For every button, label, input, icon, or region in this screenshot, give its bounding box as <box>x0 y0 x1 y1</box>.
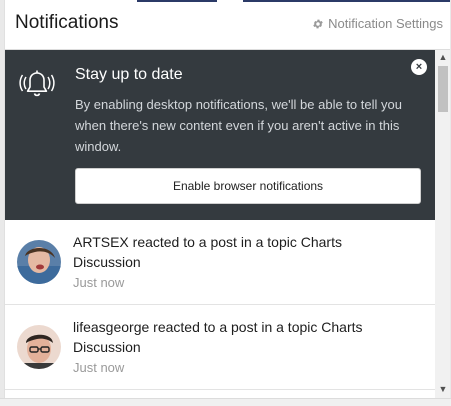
user-photo <box>17 325 61 369</box>
scroll-up-arrow[interactable]: ▲ <box>435 50 450 64</box>
desktop-notifications-promo: Stay up to date By enabling desktop noti… <box>5 50 435 220</box>
scroll-down-arrow[interactable]: ▼ <box>435 382 450 396</box>
list-item[interactable]: ARTSEX reacted to a post in a topic Char… <box>5 220 435 305</box>
gear-icon <box>313 19 323 28</box>
bottom-edge <box>0 398 451 406</box>
notification-text: lifeasgeorge reacted to a post in a topi… <box>73 319 363 355</box>
promo-title: Stay up to date <box>75 66 183 83</box>
page-title: Notifications <box>15 12 119 33</box>
avatar[interactable] <box>17 325 61 369</box>
promo-description: By enabling desktop notifications, we'll… <box>75 97 402 154</box>
accent-segment <box>243 0 450 2</box>
notification-settings-label: Notification Settings <box>328 16 443 31</box>
user-photo <box>17 240 61 284</box>
notification-time: Just now <box>73 360 125 375</box>
notifications-panel: Notifications Notification Settings Stay… <box>4 0 450 406</box>
accent-segment <box>137 0 217 2</box>
notifications-list[interactable]: Stay up to date By enabling desktop noti… <box>5 50 435 406</box>
notification-text: ARTSEX reacted to a post in a topic Char… <box>73 234 342 270</box>
bell-icon <box>19 70 55 97</box>
scrollbar-thumb[interactable] <box>438 66 448 112</box>
panel-header: Notifications Notification Settings <box>5 0 450 50</box>
notification-settings-link[interactable]: Notification Settings <box>312 16 443 31</box>
notification-time: Just now <box>73 275 125 290</box>
avatar[interactable] <box>17 240 61 284</box>
enable-browser-notifications-button[interactable]: Enable browser notifications <box>75 168 421 204</box>
close-promo-button[interactable]: × <box>411 59 427 75</box>
vertical-scrollbar[interactable]: ▲ ▼ <box>435 50 450 406</box>
list-item[interactable]: lifeasgeorge reacted to a post in a topi… <box>5 305 435 390</box>
top-accent-strip <box>5 0 450 3</box>
